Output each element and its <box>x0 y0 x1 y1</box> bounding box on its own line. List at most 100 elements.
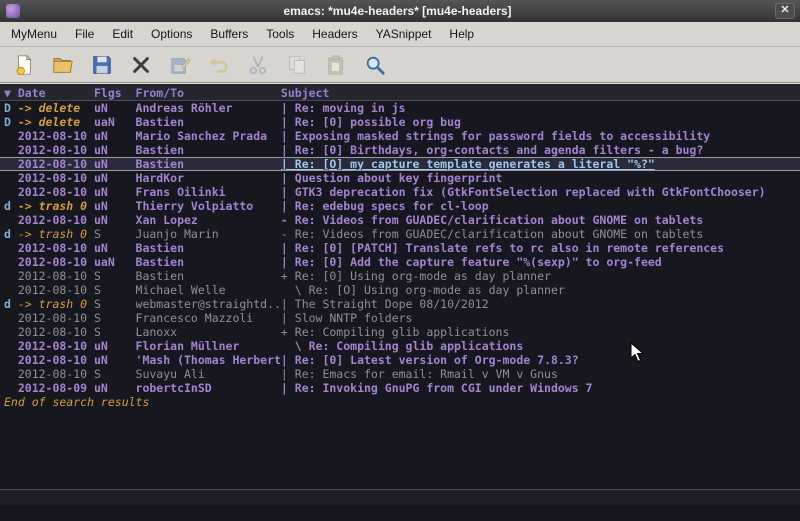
message-subject: | Slow NNTP folders <box>281 311 800 325</box>
message-row[interactable]: 2012-08-10 uaN Bastien | Re: [0] Add the… <box>0 255 800 269</box>
toolbar <box>0 47 800 83</box>
message-row[interactable]: 2012-08-10 S Francesco Mazzoli | Slow NN… <box>0 311 800 325</box>
message-row[interactable]: 2012-08-09 uN robertcInSD | Re: Invoking… <box>0 381 800 395</box>
message-list: D -> delete uN Andreas Röhler | Re: movi… <box>0 101 800 395</box>
open-icon[interactable] <box>51 53 75 77</box>
menu-mymenu[interactable]: MyMenu <box>2 23 66 45</box>
message-row[interactable]: 2012-08-10 uN Mario Sanchez Prada | Expo… <box>0 129 800 143</box>
message-mark <box>4 241 18 255</box>
close-window-button[interactable]: ✕ <box>775 3 795 19</box>
message-from: Michael Welle <box>136 283 281 297</box>
header-col-flags[interactable]: Flgs <box>94 86 136 100</box>
message-date: 2012-08-10 <box>18 158 94 170</box>
header-col-from[interactable]: From/To <box>136 86 281 100</box>
message-from: Francesco Mazzoli <box>136 311 281 325</box>
message-from: Bastien <box>136 241 281 255</box>
message-date: 2012-08-10 <box>18 255 94 269</box>
message-row[interactable]: 2012-08-10 uN Frans Oilinki | GTK3 depre… <box>0 185 800 199</box>
message-mark <box>4 129 18 143</box>
message-date: 2012-08-10 <box>18 325 94 339</box>
message-row[interactable]: 2012-08-10 S Suvayu Ali | Re: Emacs for … <box>0 367 800 381</box>
message-flags: uN <box>94 353 136 367</box>
message-flags: uN <box>94 129 136 143</box>
message-subject: | Re: Invoking GnuPG from CGI under Wind… <box>281 381 800 395</box>
search-icon[interactable] <box>363 53 387 77</box>
message-mark <box>4 283 18 297</box>
message-from: Bastien <box>136 269 281 283</box>
message-mark: d <box>4 227 18 241</box>
message-date: 2012-08-10 <box>18 143 94 157</box>
message-subject: | Re: [0] Birthdays, org-contacts and ag… <box>281 143 800 157</box>
message-subject: | Re: [0] possible org bug <box>281 115 800 129</box>
message-flags: uaN <box>94 255 136 269</box>
message-from: Bastien <box>136 255 281 269</box>
message-mark <box>4 185 18 199</box>
message-from: Juanjo Marin <box>136 227 281 241</box>
message-flags: uN <box>94 199 136 213</box>
mu4e-headers-buffer: ▼ Date Flgs From/To Subject D -> delete … <box>0 83 800 489</box>
message-date: 2012-08-10 <box>18 269 94 283</box>
message-subject: | The Straight Dope 08/10/2012 <box>281 297 800 311</box>
menu-yasnippet[interactable]: YASnippet <box>367 23 441 45</box>
message-date: -> trash 0 <box>18 297 94 311</box>
message-from: Florian Müllner <box>136 339 281 353</box>
message-row[interactable]: 2012-08-10 uN Bastien | Re: [0] Birthday… <box>0 143 800 157</box>
menu-headers[interactable]: Headers <box>303 23 366 45</box>
message-row[interactable]: d -> trash 0 S webmaster@straightd... | … <box>0 297 800 311</box>
menu-buffers[interactable]: Buffers <box>201 23 257 45</box>
message-flags: S <box>94 227 136 241</box>
message-mark <box>4 353 18 367</box>
message-date: 2012-08-10 <box>18 339 94 353</box>
new-file-icon[interactable] <box>12 53 36 77</box>
message-row[interactable]: 2012-08-10 uN HardKor | Question about k… <box>0 171 800 185</box>
menu-tools[interactable]: Tools <box>257 23 303 45</box>
message-row[interactable]: d -> trash 0 uN Thierry Volpiatto | Re: … <box>0 199 800 213</box>
message-row[interactable]: 2012-08-10 uN Xan Lopez - Re: Videos fro… <box>0 213 800 227</box>
message-date: 2012-08-10 <box>18 241 94 255</box>
save-icon[interactable] <box>90 53 114 77</box>
menu-edit[interactable]: Edit <box>103 23 142 45</box>
message-row[interactable]: 2012-08-10 uN 'Mash (Thomas Herbert) | R… <box>0 353 800 367</box>
message-date: -> delete <box>18 115 94 129</box>
close-icon[interactable] <box>129 53 153 77</box>
menu-help[interactable]: Help <box>440 23 483 45</box>
message-row[interactable]: 2012-08-10 uN Bastien | Re: [0] [PATCH] … <box>0 241 800 255</box>
message-mark <box>4 143 18 157</box>
message-date: 2012-08-10 <box>18 185 94 199</box>
message-mark <box>4 339 18 353</box>
message-date: -> delete <box>18 101 94 115</box>
message-row[interactable]: d -> trash 0 S Juanjo Marin - Re: Videos… <box>0 227 800 241</box>
message-date: 2012-08-10 <box>18 283 94 297</box>
echo-area <box>0 505 800 521</box>
message-mark <box>4 213 18 227</box>
message-from: Xan Lopez <box>136 213 281 227</box>
header-col-subject[interactable]: Subject <box>281 86 800 100</box>
message-date: 2012-08-10 <box>18 311 94 325</box>
message-subject: | GTK3 deprecation fix (GtkFontSelection… <box>281 185 800 199</box>
message-row[interactable]: D -> delete uN Andreas Röhler | Re: movi… <box>0 101 800 115</box>
header-col-date[interactable]: Date <box>18 86 94 100</box>
message-row[interactable]: 2012-08-10 uN Florian Müllner \ Re: Comp… <box>0 339 800 353</box>
message-flags: uaN <box>94 115 136 129</box>
message-mark <box>4 171 18 185</box>
sort-indicator-icon: ▼ <box>4 86 18 100</box>
message-mark <box>4 311 18 325</box>
message-mark <box>4 325 18 339</box>
message-row[interactable]: 2012-08-10 uN Bastien | Re: [O] my captu… <box>0 157 800 171</box>
menu-file[interactable]: File <box>66 23 103 45</box>
message-from: robertcInSD <box>136 381 281 395</box>
message-flags: S <box>94 311 136 325</box>
message-mark: d <box>4 297 18 311</box>
message-row[interactable]: 2012-08-10 S Michael Welle \ Re: [O] Usi… <box>0 283 800 297</box>
message-mark <box>4 367 18 381</box>
message-flags: S <box>94 297 136 311</box>
message-date: 2012-08-10 <box>18 129 94 143</box>
message-subject: | Re: Emacs for email: Rmail v VM v Gnus <box>281 367 800 381</box>
menu-options[interactable]: Options <box>142 23 201 45</box>
message-row[interactable]: 2012-08-10 S Lanoxx + Re: Compiling glib… <box>0 325 800 339</box>
message-row[interactable]: D -> delete uaN Bastien | Re: [0] possib… <box>0 115 800 129</box>
header-line: ▼ Date Flgs From/To Subject <box>0 84 800 101</box>
message-row[interactable]: 2012-08-10 S Bastien + Re: [0] Using org… <box>0 269 800 283</box>
message-date: 2012-08-10 <box>18 171 94 185</box>
message-date: -> trash 0 <box>18 227 94 241</box>
